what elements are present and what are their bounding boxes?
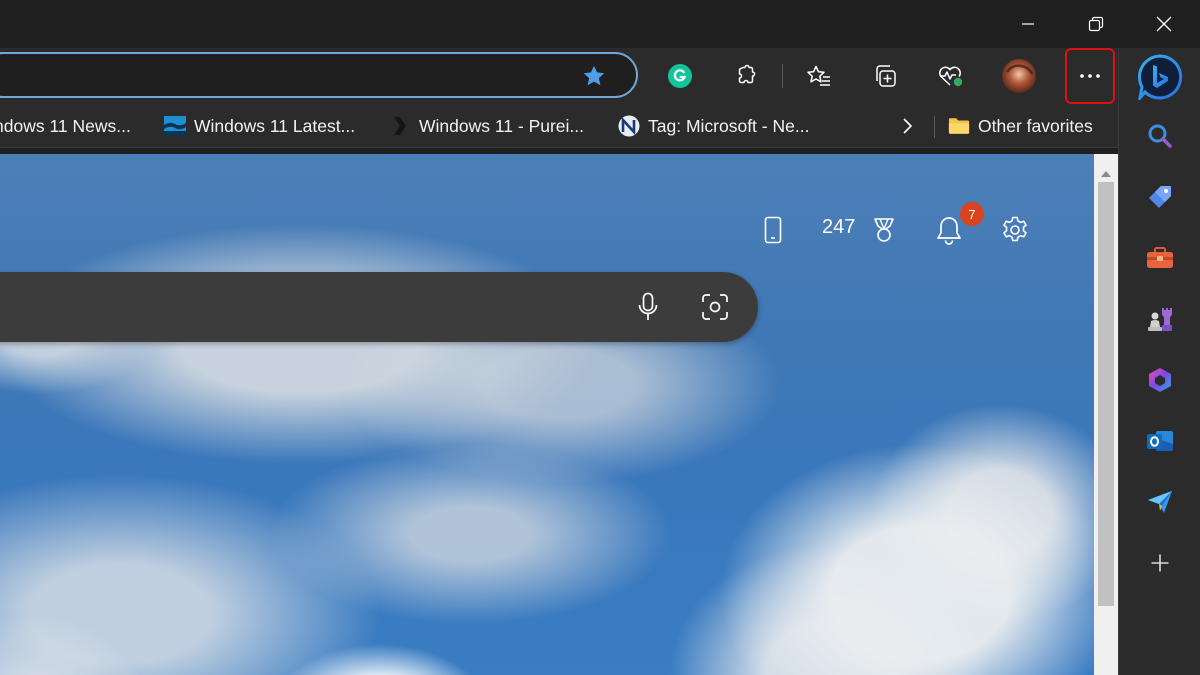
address-input[interactable] xyxy=(12,64,572,86)
settings-and-more-button[interactable] xyxy=(1065,48,1115,104)
page-settings-button[interactable] xyxy=(997,212,1033,248)
extensions-button[interactable] xyxy=(726,56,766,96)
favorites-button[interactable] xyxy=(799,56,839,96)
gear-icon xyxy=(1003,216,1027,242)
voice-search-button[interactable] xyxy=(631,290,665,324)
sidebar-games-button[interactable] xyxy=(1142,301,1178,337)
tools-icon xyxy=(1147,247,1173,268)
bookmark-icon xyxy=(164,115,186,137)
rewards-button[interactable] xyxy=(866,212,902,248)
profile-avatar xyxy=(1002,59,1036,93)
extensions-icon xyxy=(738,64,756,84)
browser-essentials-icon xyxy=(939,66,963,87)
mobile-button[interactable] xyxy=(755,212,791,248)
folder-icon xyxy=(948,115,970,137)
copilot-button[interactable] xyxy=(1137,54,1183,104)
grammarly-button[interactable] xyxy=(660,56,700,96)
games-icon xyxy=(1148,308,1172,331)
scrollbar-thumb[interactable] xyxy=(1098,182,1114,606)
bookmark-label: Windows 11 - Purei... xyxy=(419,115,585,136)
outlook-icon xyxy=(1147,431,1173,451)
phone-icon xyxy=(764,216,782,244)
microphone-icon xyxy=(638,292,658,320)
new-tab-page: 247 7 xyxy=(0,154,1094,675)
sidebar-search-button[interactable] xyxy=(1142,118,1178,154)
sidebar-add-button[interactable] xyxy=(1142,545,1178,581)
sidebar-drop-button[interactable] xyxy=(1142,484,1178,520)
other-favorites-label: Other favorites xyxy=(978,115,1093,136)
bell-icon xyxy=(937,217,961,245)
visual-search-button[interactable] xyxy=(698,290,732,324)
profile-button[interactable] xyxy=(999,56,1039,96)
sidebar-microsoft-365-button[interactable] xyxy=(1142,362,1178,398)
sidebar-shopping-button[interactable] xyxy=(1142,179,1178,215)
bookmark-tag-microsoft[interactable]: Tag: Microsoft - Ne... xyxy=(618,112,809,140)
bookmark-label: Windows 11 Latest... xyxy=(194,115,356,136)
microsoft-365-icon xyxy=(1149,368,1171,392)
search-icon xyxy=(1148,124,1172,148)
address-bar[interactable] xyxy=(0,52,638,98)
web-search-box[interactable] xyxy=(0,272,758,342)
restore-icon xyxy=(1088,16,1104,32)
toolbar xyxy=(0,48,1118,104)
other-favorites[interactable]: Other favorites xyxy=(948,112,1093,140)
copilot-icon xyxy=(1137,54,1183,104)
bookmark-windows-11-pureinfotech[interactable]: Windows 11 - Purei... xyxy=(389,112,584,140)
bookmark-label: Tag: Microsoft - Ne... xyxy=(648,115,810,136)
bookmark-windows-11-latest[interactable]: Windows 11 Latest... xyxy=(164,112,355,140)
rewards-points[interactable]: 247 xyxy=(822,216,855,239)
close-button[interactable] xyxy=(1131,0,1197,48)
star-icon xyxy=(583,65,605,86)
add-icon xyxy=(1151,554,1169,572)
bookmark-label: ndows 11 News... xyxy=(0,115,131,136)
minimize-icon xyxy=(1022,23,1034,25)
close-icon xyxy=(1156,16,1172,32)
grammarly-icon xyxy=(668,64,692,88)
scroll-up-arrow[interactable] xyxy=(1100,166,1112,177)
bookmark-icon xyxy=(618,115,640,137)
edge-sidebar xyxy=(1118,48,1200,675)
bookmark-windows-11-news[interactable]: ndows 11 News... xyxy=(0,112,131,140)
bookmark-icon xyxy=(389,115,411,137)
chevron-right-icon xyxy=(903,118,913,134)
minimize-button[interactable] xyxy=(995,0,1061,48)
sidebar-tools-button[interactable] xyxy=(1142,240,1178,276)
more-favorites-button[interactable] xyxy=(893,112,921,140)
sidebar-outlook-button[interactable] xyxy=(1142,423,1178,459)
more-icon xyxy=(1080,74,1100,78)
vertical-scrollbar[interactable] xyxy=(1094,154,1118,675)
title-bar xyxy=(0,0,1200,48)
drop-icon xyxy=(1148,491,1172,513)
favorites-separator xyxy=(934,116,935,138)
browser-essentials-button[interactable] xyxy=(931,56,971,96)
search-input[interactable] xyxy=(20,296,580,318)
favorites-icon xyxy=(807,65,830,86)
toolbar-separator xyxy=(782,64,783,88)
notification-badge: 7 xyxy=(960,202,984,226)
trophy-icon xyxy=(874,218,894,242)
collections-icon xyxy=(876,65,896,87)
camera-search-icon xyxy=(702,294,728,320)
browser-window: ndows 11 News... Windows 11 Latest... Wi… xyxy=(0,0,1200,675)
shopping-tag-icon xyxy=(1149,186,1171,208)
collections-button[interactable] xyxy=(865,56,905,96)
restore-button[interactable] xyxy=(1063,0,1129,48)
add-favorite-button[interactable] xyxy=(582,64,606,88)
